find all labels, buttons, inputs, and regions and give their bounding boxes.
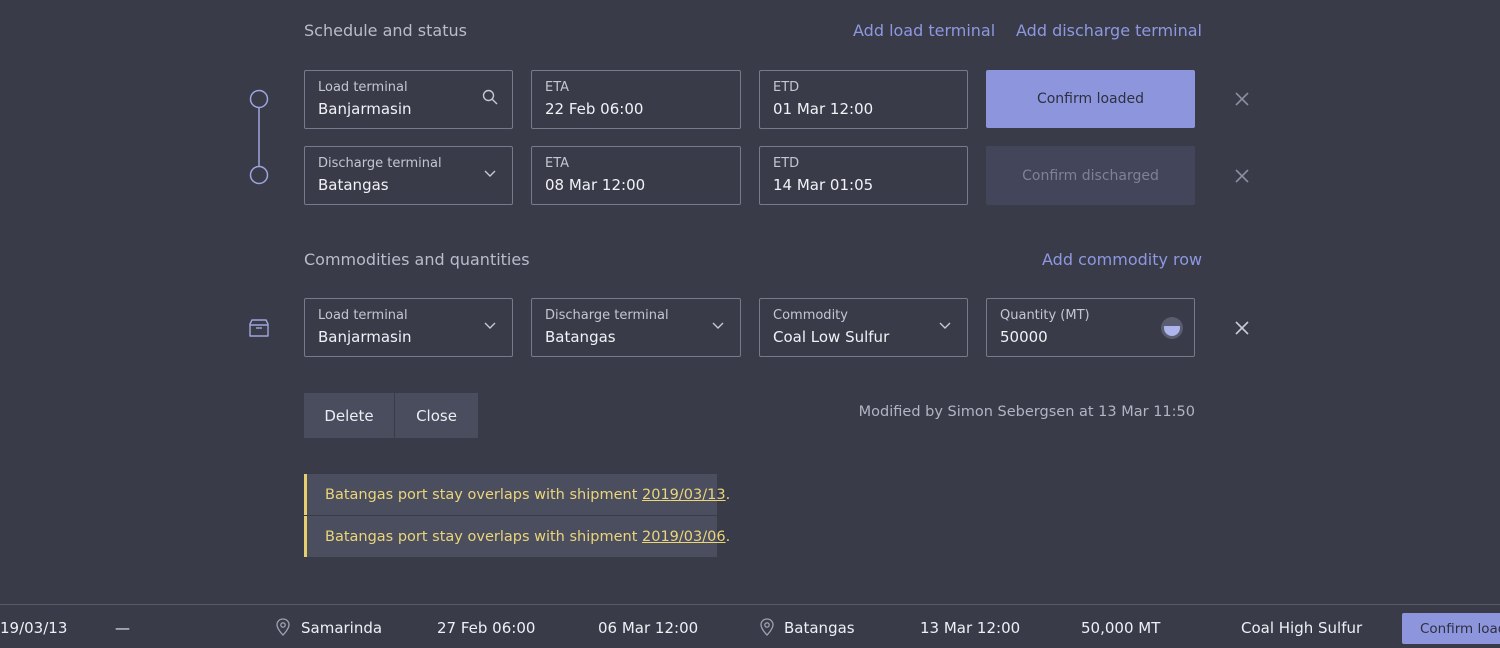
cargo-box-icon bbox=[249, 319, 269, 337]
quantity-value: 50000 bbox=[1000, 328, 1048, 346]
discharge-etd-value: 14 Mar 01:05 bbox=[773, 176, 874, 194]
load-terminal-label: Load terminal bbox=[318, 80, 408, 95]
modified-info: Modified by Simon Sebergsen at 13 Mar 11… bbox=[858, 404, 1195, 420]
discharge-etd-field[interactable]: ETD 14 Mar 01:05 bbox=[759, 146, 968, 205]
search-icon bbox=[482, 89, 498, 105]
load-etd-field[interactable]: ETD 01 Mar 12:00 bbox=[759, 70, 968, 129]
load-eta: 27 Feb 06:00 bbox=[437, 619, 536, 637]
commodity-discharge-terminal-value: Batangas bbox=[545, 328, 616, 346]
commodities-section-title: Commodities and quantities bbox=[304, 250, 530, 269]
shipment-link[interactable]: 2019/03/13 bbox=[642, 487, 726, 503]
shipment-commodity: Coal High Sulfur bbox=[1241, 619, 1363, 637]
location-pin-icon bbox=[276, 618, 290, 636]
discharge-terminal-value: Batangas bbox=[318, 176, 389, 194]
load-eta-label: ETA bbox=[545, 80, 570, 95]
route-timeline-icon bbox=[249, 89, 269, 185]
remove-commodity-row-icon[interactable] bbox=[1234, 320, 1250, 336]
shipment-id: 19/03/13 bbox=[0, 619, 68, 637]
remove-load-row-icon[interactable] bbox=[1234, 91, 1250, 107]
commodity-label: Commodity bbox=[773, 308, 848, 323]
overlap-warning: Batangas port stay overlaps with shipmen… bbox=[304, 516, 730, 557]
discharge-etd-label: ETD bbox=[773, 156, 800, 171]
warning-text: Batangas port stay overlaps with shipmen… bbox=[325, 486, 638, 503]
quantity-indicator-icon bbox=[1161, 317, 1183, 339]
row-confirm-loaded-button[interactable]: Confirm loaded bbox=[1402, 613, 1500, 644]
quantity-label: Quantity (MT) bbox=[1000, 308, 1090, 323]
chevron-down-icon bbox=[939, 322, 951, 329]
warning-suffix: . bbox=[725, 528, 731, 545]
commodity-discharge-terminal-label: Discharge terminal bbox=[545, 308, 669, 323]
commodity-value: Coal Low Sulfur bbox=[773, 328, 890, 346]
load-etd: 06 Mar 12:00 bbox=[598, 619, 699, 637]
schedule-section-title: Schedule and status bbox=[304, 21, 467, 40]
discharge-eta-label: ETA bbox=[545, 156, 570, 171]
discharge-date: 13 Mar 12:00 bbox=[920, 619, 1021, 637]
load-etd-value: 01 Mar 12:00 bbox=[773, 100, 874, 118]
chevron-down-icon bbox=[712, 322, 724, 329]
warning-suffix: . bbox=[725, 486, 731, 503]
discharge-eta-value: 08 Mar 12:00 bbox=[545, 176, 646, 194]
commodity-load-terminal-value: Banjarmasin bbox=[318, 328, 412, 346]
commodity-discharge-terminal-field[interactable]: Discharge terminal Batangas bbox=[531, 298, 741, 357]
overlap-warning: Batangas port stay overlaps with shipmen… bbox=[304, 474, 730, 515]
shipment-dash: — bbox=[115, 619, 130, 637]
add-discharge-terminal-link[interactable]: Add discharge terminal bbox=[1016, 21, 1202, 40]
add-commodity-row-link[interactable]: Add commodity row bbox=[1042, 250, 1202, 269]
load-eta-value: 22 Feb 06:00 bbox=[545, 100, 644, 118]
remove-discharge-row-icon[interactable] bbox=[1234, 168, 1250, 184]
location-pin-icon bbox=[760, 618, 774, 636]
commodity-load-terminal-field[interactable]: Load terminal Banjarmasin bbox=[304, 298, 513, 357]
close-button[interactable]: Close bbox=[395, 393, 478, 438]
discharge-terminal-label: Discharge terminal bbox=[318, 156, 442, 171]
quantity-field[interactable]: Quantity (MT) 50000 bbox=[986, 298, 1195, 357]
commodity-select-field[interactable]: Commodity Coal Low Sulfur bbox=[759, 298, 968, 357]
delete-button[interactable]: Delete bbox=[304, 393, 394, 438]
confirm-discharged-button[interactable]: Confirm discharged bbox=[986, 146, 1195, 205]
load-terminal-value: Banjarmasin bbox=[318, 100, 412, 118]
shipment-link[interactable]: 2019/03/06 bbox=[642, 529, 726, 545]
chevron-down-icon bbox=[484, 322, 496, 329]
warning-text: Batangas port stay overlaps with shipmen… bbox=[325, 528, 638, 545]
load-terminal-field[interactable]: Load terminal Banjarmasin bbox=[304, 70, 513, 129]
load-eta-field[interactable]: ETA 22 Feb 06:00 bbox=[531, 70, 741, 129]
commodity-load-terminal-label: Load terminal bbox=[318, 308, 408, 323]
shipment-quantity: 50,000 MT bbox=[1081, 619, 1161, 637]
discharge-port: Batangas bbox=[784, 619, 855, 637]
chevron-down-icon bbox=[484, 170, 496, 177]
shipment-row[interactable]: 19/03/13 — Samarinda 27 Feb 06:00 06 Mar… bbox=[0, 604, 1500, 648]
discharge-terminal-field[interactable]: Discharge terminal Batangas bbox=[304, 146, 513, 205]
confirm-loaded-button[interactable]: Confirm loaded bbox=[986, 70, 1195, 128]
load-port: Samarinda bbox=[301, 619, 383, 637]
add-load-terminal-link[interactable]: Add load terminal bbox=[853, 21, 995, 40]
discharge-eta-field[interactable]: ETA 08 Mar 12:00 bbox=[531, 146, 741, 205]
load-etd-label: ETD bbox=[773, 80, 800, 95]
